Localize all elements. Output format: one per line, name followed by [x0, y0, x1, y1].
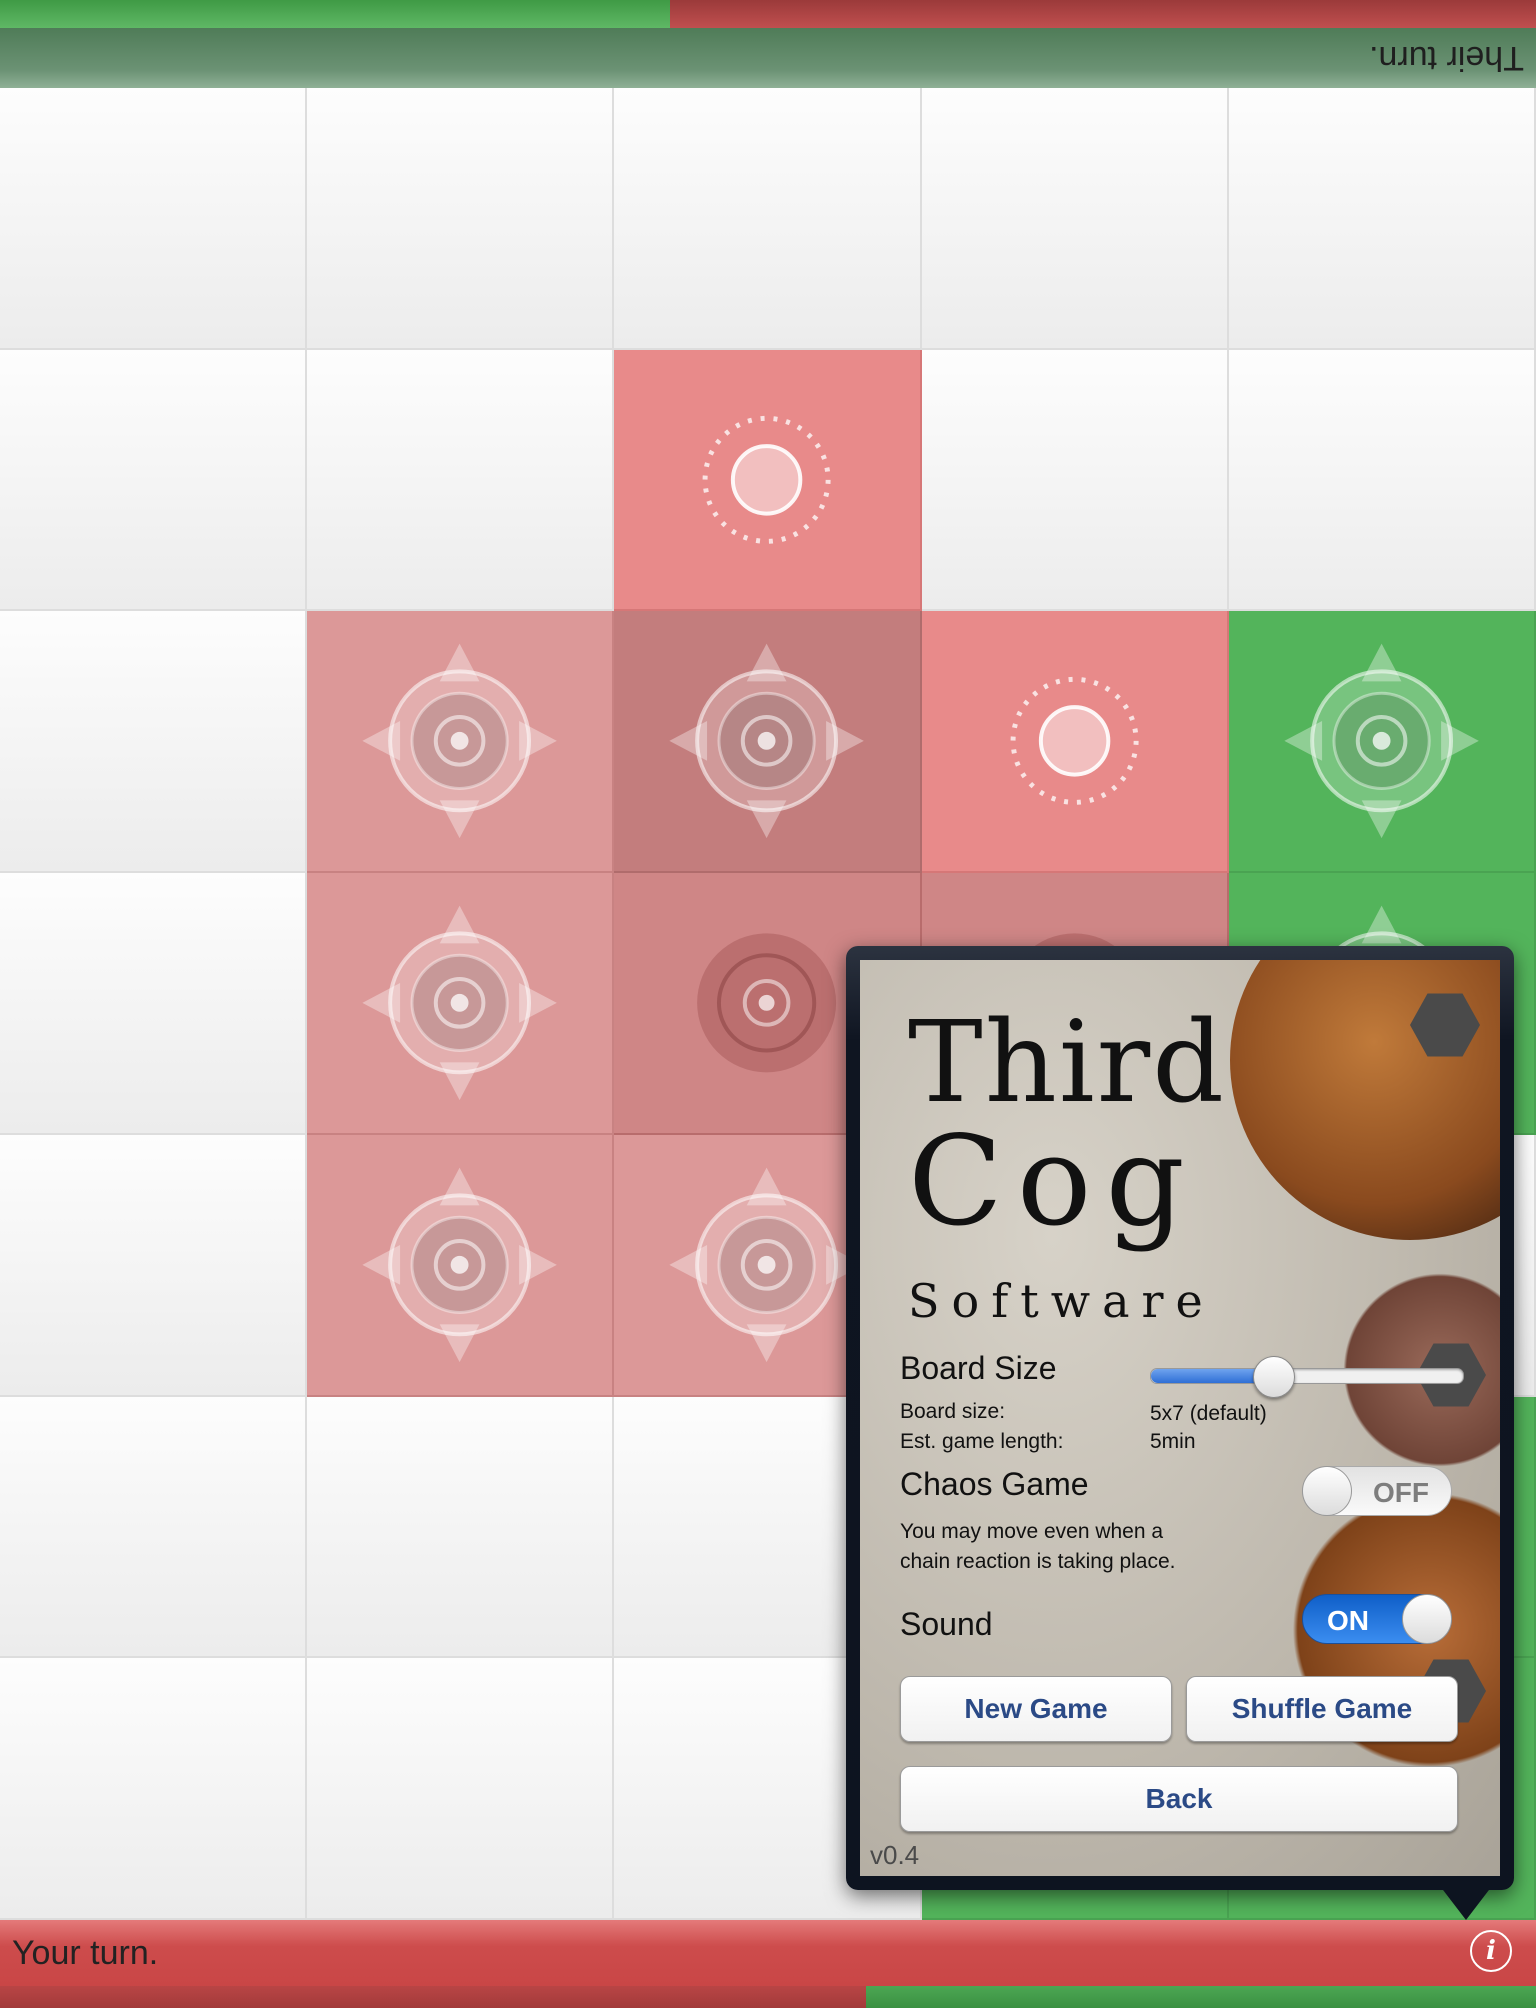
- board-cell[interactable]: [0, 349, 308, 612]
- cog-piece-icon: [362, 644, 558, 839]
- logo-third: Third: [908, 998, 1226, 1128]
- back-button[interactable]: Back: [900, 1766, 1458, 1832]
- opponent-status-bar: Their turn.: [0, 28, 1536, 88]
- opponent-red-share: [670, 0, 1536, 28]
- board-cell[interactable]: [1228, 611, 1536, 874]
- cog-piece-icon: [362, 905, 558, 1101]
- board-cell[interactable]: [921, 349, 1229, 612]
- board-cell[interactable]: [0, 873, 308, 1135]
- board-cell[interactable]: [614, 88, 922, 350]
- board-cell[interactable]: [614, 611, 922, 874]
- opponent-green-share: [0, 0, 670, 28]
- cog-piece-icon: [1010, 677, 1139, 806]
- chaos-game-toggle[interactable]: OFF: [1302, 1466, 1452, 1516]
- shuffle-game-button[interactable]: Shuffle Game: [1186, 1676, 1458, 1742]
- board-cell[interactable]: [307, 611, 615, 874]
- toggle-knob: [1402, 1594, 1452, 1644]
- board-cell[interactable]: [0, 88, 308, 350]
- board-cell[interactable]: [307, 88, 615, 350]
- sound-toggle[interactable]: ON: [1302, 1594, 1452, 1644]
- info-icon[interactable]: i: [1470, 1930, 1512, 1972]
- game-length-caption: Est. game length:: [900, 1430, 1064, 1453]
- cog-piece-icon: [1284, 644, 1479, 839]
- board-cell[interactable]: [614, 349, 922, 612]
- opponent-status-text: Their turn.: [1369, 39, 1524, 77]
- settings-panel: Third Cog Software Board Size Board size…: [860, 960, 1500, 1876]
- player-red-share: [0, 1986, 866, 2008]
- board-cell[interactable]: [307, 1658, 615, 1920]
- board-size-label: Board Size: [900, 1350, 1057, 1386]
- board-cell[interactable]: [0, 1134, 308, 1397]
- board-size-slider[interactable]: [1150, 1356, 1464, 1398]
- board-cell[interactable]: [307, 873, 615, 1135]
- chaos-toggle-text: OFF: [1373, 1477, 1429, 1508]
- logo-software: Software: [908, 1274, 1215, 1328]
- version-label: v0.4: [870, 1840, 920, 1870]
- toggle-knob: [1302, 1466, 1352, 1516]
- game-length-value: 5min: [1150, 1430, 1196, 1453]
- opponent-score-meter: [0, 0, 1536, 28]
- chaos-description-line1: You may move even when a: [900, 1520, 1164, 1543]
- board-cell[interactable]: [921, 88, 1229, 350]
- chaos-description-line2: chain reaction is taking place.: [900, 1550, 1176, 1573]
- sound-label: Sound: [900, 1606, 993, 1642]
- board-cell[interactable]: [307, 1134, 615, 1397]
- logo-cog: Cog: [908, 1110, 1199, 1254]
- cog-piece-icon: [669, 644, 865, 839]
- board-size-value: 5x7 (default): [1150, 1402, 1267, 1425]
- board-cell[interactable]: [921, 611, 1229, 874]
- board-size-caption: Board size:: [900, 1400, 1006, 1423]
- board-cell[interactable]: [0, 611, 308, 874]
- sound-toggle-text: ON: [1327, 1605, 1369, 1636]
- player-status-bar: Your turn. i: [0, 1920, 1536, 1986]
- player-status-area: Your turn. i: [0, 1920, 1536, 2008]
- cog-piece-icon: [702, 415, 831, 544]
- chaos-game-label: Chaos Game: [900, 1466, 1089, 1502]
- board-cell[interactable]: [0, 1658, 308, 1920]
- board-cell[interactable]: [307, 1396, 615, 1659]
- slider-thumb[interactable]: [1252, 1356, 1295, 1398]
- player-score-meter: [0, 1986, 1536, 2008]
- board-cell[interactable]: [0, 1396, 308, 1659]
- board-cell[interactable]: [307, 349, 615, 612]
- player-green-share: [866, 1986, 1536, 2008]
- board-cell[interactable]: [1228, 349, 1536, 612]
- board-cell[interactable]: [1228, 88, 1536, 350]
- settings-popover: Third Cog Software Board Size Board size…: [846, 946, 1514, 1920]
- popover-arrow: [1440, 1886, 1492, 1920]
- cog-piece-icon: [362, 1167, 558, 1362]
- player-status-text: Your turn.: [12, 1934, 159, 1972]
- new-game-button[interactable]: New Game: [900, 1676, 1172, 1742]
